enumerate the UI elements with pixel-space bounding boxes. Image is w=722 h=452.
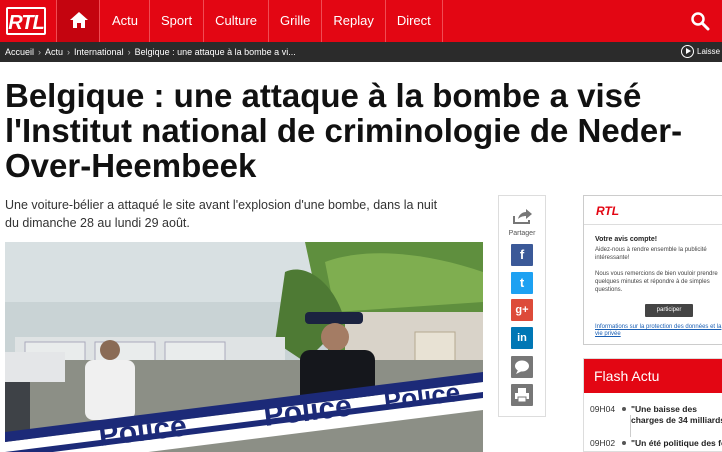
linkedin-icon: in — [517, 332, 527, 344]
nav-item-replay[interactable]: Replay — [322, 0, 386, 42]
comment-button[interactable] — [511, 356, 533, 378]
ad-text-1: Aidez-nous à rendre ensemble la publicit… — [595, 247, 707, 261]
breadcrumb-international[interactable]: International — [74, 47, 124, 57]
share-label: Partager — [508, 230, 536, 237]
linkedin-share-button[interactable]: in — [511, 327, 533, 349]
ad-text-2: Nous vous remercions de bien vouloir pre… — [595, 271, 718, 293]
home-icon — [70, 12, 88, 28]
survey-ad: RTL Votre avis compte! Aidez-nous à rend… — [583, 195, 722, 345]
twitter-share-button[interactable]: t — [511, 272, 533, 294]
privacy-link[interactable]: Informations sur la protection des donné… — [595, 324, 722, 338]
twitter-icon: t — [519, 275, 525, 290]
nav-item-grille[interactable]: Grille — [269, 0, 323, 42]
breadcrumb-bar: Accueil › Actu › International › Belgique : un… — [0, 42, 722, 62]
print-button[interactable] — [511, 384, 533, 406]
breadcrumb-actu[interactable]: Actu — [45, 47, 63, 57]
flash-item-text: "Un été politique des fous" — [631, 438, 722, 448]
flash-item-text: "Une baisse des charges de 34 milliards … — [631, 404, 722, 425]
breadcrumb-separator: › — [38, 47, 42, 57]
ad-rtl-logo: RTL — [596, 204, 620, 218]
search-button[interactable] — [690, 11, 710, 36]
flash-item-time: 09H04 — [590, 404, 616, 414]
facebook-icon: f — [519, 247, 525, 262]
play-icon — [681, 45, 694, 59]
comment-icon — [515, 360, 529, 374]
facebook-share-button[interactable]: f — [511, 244, 533, 266]
live-label: Laisse — [697, 47, 721, 56]
search-icon — [691, 12, 710, 31]
home-button[interactable] — [56, 0, 100, 42]
nav-item-direct[interactable]: Direct — [386, 0, 443, 42]
share-icon[interactable] — [511, 208, 533, 226]
flash-actu-panel: Flash Actu 09H04 "Une baisse des charges… — [583, 358, 722, 452]
breadcrumb-separator: › — [67, 47, 71, 57]
live-player-button[interactable]: Laisse — [681, 45, 720, 59]
police-scene-illustration: Police Police Police — [5, 242, 483, 452]
nav-item-sport[interactable]: Sport — [150, 0, 205, 42]
ad-title: Votre avis compte! — [595, 236, 658, 243]
participate-button[interactable]: participer — [645, 304, 693, 317]
breadcrumb-current: Belgique : une attaque à la bombe a vi..… — [134, 47, 296, 57]
google-plus-share-button[interactable]: g+ — [511, 299, 533, 321]
breadcrumb: Accueil › Actu › International › Belgique : un… — [5, 42, 296, 62]
flash-actu-title: Flash Actu — [584, 359, 722, 393]
article-lede: Une voiture-bélier a attaqué le site ava… — [5, 198, 438, 230]
main-nav: Actu Sport Culture Grille Replay Direct — [101, 0, 443, 42]
article-photo[interactable]: Police Police Police — [5, 242, 483, 452]
nav-item-culture[interactable]: Culture — [204, 0, 270, 42]
top-navigation-bar: RTL Actu Sport Culture Grille Replay Dir… — [0, 0, 722, 42]
timeline-dot — [622, 407, 626, 411]
share-panel: Partager f t g+ in — [498, 195, 546, 417]
rtl-logo[interactable]: RTL — [6, 7, 46, 35]
ad-text: Aidez-nous à rendre ensemble la publicit… — [595, 246, 722, 294]
nav-item-actu[interactable]: Actu — [101, 0, 151, 42]
timeline-dot — [622, 441, 626, 445]
flash-item-time: 09H02 — [590, 438, 616, 448]
breadcrumb-separator: › — [127, 47, 131, 57]
print-icon — [515, 388, 529, 403]
breadcrumb-accueil[interactable]: Accueil — [5, 47, 34, 57]
article-title: Belgique : une attaque à la bombe a visé… — [5, 77, 683, 184]
ad-divider — [584, 224, 722, 225]
google-plus-icon: g+ — [515, 304, 529, 316]
